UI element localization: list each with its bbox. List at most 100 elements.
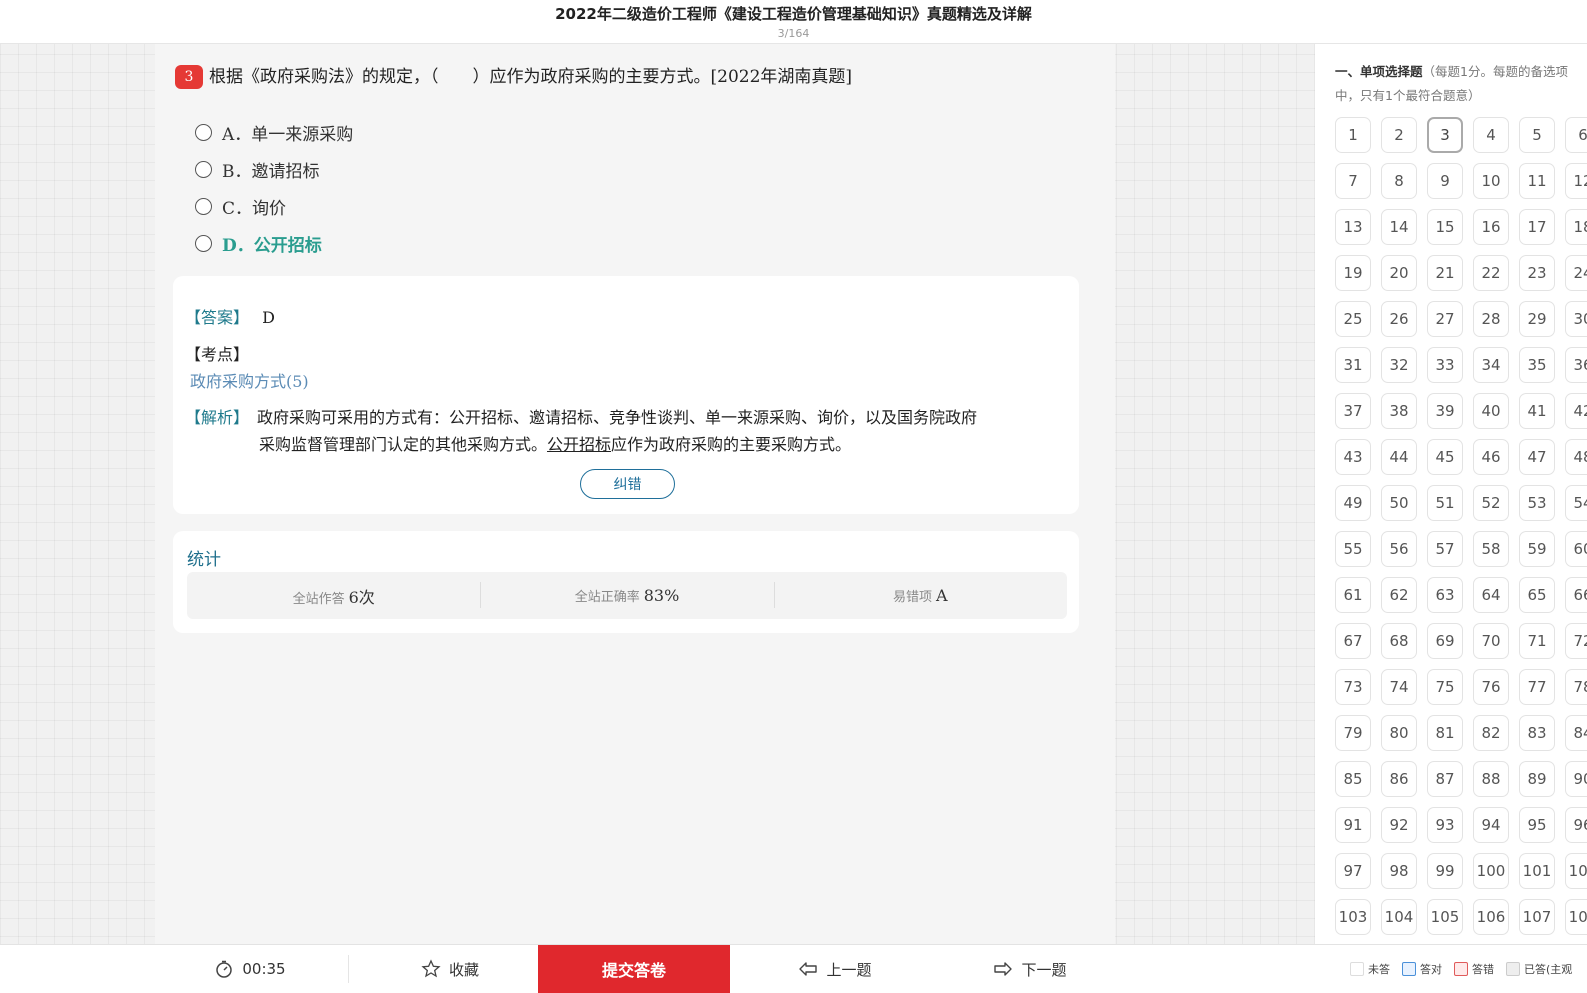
question-number-button[interactable]: 83 <box>1519 715 1555 751</box>
question-number-button[interactable]: 106 <box>1473 899 1509 935</box>
question-number-button[interactable]: 58 <box>1473 531 1509 567</box>
question-number-button[interactable]: 90 <box>1565 761 1587 797</box>
question-number-button[interactable]: 39 <box>1427 393 1463 429</box>
question-number-button[interactable]: 15 <box>1427 209 1463 245</box>
question-number-button[interactable]: 27 <box>1427 301 1463 337</box>
question-number-button[interactable]: 50 <box>1381 485 1417 521</box>
question-number-button[interactable]: 63 <box>1427 577 1463 613</box>
option-d-correct[interactable]: D．公开招标 <box>195 225 353 262</box>
question-number-button[interactable]: 61 <box>1335 577 1371 613</box>
question-number-button[interactable]: 55 <box>1335 531 1371 567</box>
question-number-button[interactable]: 64 <box>1473 577 1509 613</box>
question-number-button[interactable]: 30 <box>1565 301 1587 337</box>
question-number-button[interactable]: 49 <box>1335 485 1371 521</box>
question-number-button[interactable]: 67 <box>1335 623 1371 659</box>
question-number-button[interactable]: 53 <box>1519 485 1555 521</box>
question-number-button[interactable]: 98 <box>1381 853 1417 889</box>
question-number-button[interactable]: 66 <box>1565 577 1587 613</box>
question-number-button[interactable]: 96 <box>1565 807 1587 843</box>
keypoint-link[interactable]: 政府采购方式(5) <box>190 372 309 391</box>
question-number-button[interactable]: 19 <box>1335 255 1371 291</box>
question-number-button[interactable]: 56 <box>1381 531 1417 567</box>
question-number-button[interactable]: 71 <box>1519 623 1555 659</box>
question-number-button[interactable]: 72 <box>1565 623 1587 659</box>
question-number-button[interactable]: 45 <box>1427 439 1463 475</box>
question-number-button[interactable]: 77 <box>1519 669 1555 705</box>
question-number-button[interactable]: 86 <box>1381 761 1417 797</box>
question-number-button[interactable]: 8 <box>1381 163 1417 199</box>
question-number-button[interactable]: 48 <box>1565 439 1587 475</box>
question-number-button[interactable]: 22 <box>1473 255 1509 291</box>
question-number-button[interactable]: 97 <box>1335 853 1371 889</box>
radio-icon[interactable] <box>195 161 212 178</box>
question-number-button[interactable]: 12 <box>1565 163 1587 199</box>
question-number-button[interactable]: 73 <box>1335 669 1371 705</box>
question-number-button[interactable]: 59 <box>1519 531 1555 567</box>
question-number-button[interactable]: 47 <box>1519 439 1555 475</box>
question-number-button[interactable]: 102 <box>1565 853 1587 889</box>
question-number-button[interactable]: 57 <box>1427 531 1463 567</box>
question-number-button[interactable]: 16 <box>1473 209 1509 245</box>
question-number-button[interactable]: 99 <box>1427 853 1463 889</box>
question-number-button[interactable]: 81 <box>1427 715 1463 751</box>
question-number-button[interactable]: 46 <box>1473 439 1509 475</box>
question-number-button[interactable]: 93 <box>1427 807 1463 843</box>
question-number-button[interactable]: 105 <box>1427 899 1463 935</box>
question-number-button[interactable]: 89 <box>1519 761 1555 797</box>
favorite-button[interactable]: 收藏 <box>405 945 495 993</box>
question-number-button[interactable]: 101 <box>1519 853 1555 889</box>
question-number-button[interactable]: 51 <box>1427 485 1463 521</box>
question-number-button[interactable]: 18 <box>1565 209 1587 245</box>
question-number-button[interactable]: 104 <box>1381 899 1417 935</box>
question-number-button[interactable]: 84 <box>1565 715 1587 751</box>
question-number-button[interactable]: 74 <box>1381 669 1417 705</box>
question-number-button[interactable]: 44 <box>1381 439 1417 475</box>
submit-exam-button[interactable]: 提交答卷 <box>538 945 730 993</box>
question-number-button[interactable]: 40 <box>1473 393 1509 429</box>
question-number-button[interactable]: 41 <box>1519 393 1555 429</box>
question-number-button[interactable]: 7 <box>1335 163 1371 199</box>
question-number-button[interactable]: 29 <box>1519 301 1555 337</box>
question-number-button[interactable]: 28 <box>1473 301 1509 337</box>
question-number-button[interactable]: 94 <box>1473 807 1509 843</box>
radio-icon[interactable] <box>195 198 212 215</box>
question-number-button[interactable]: 87 <box>1427 761 1463 797</box>
question-number-button[interactable]: 17 <box>1519 209 1555 245</box>
question-number-button[interactable]: 4 <box>1473 117 1509 153</box>
question-number-button[interactable]: 33 <box>1427 347 1463 383</box>
question-number-button[interactable]: 69 <box>1427 623 1463 659</box>
question-number-button[interactable]: 70 <box>1473 623 1509 659</box>
question-number-button[interactable]: 91 <box>1335 807 1371 843</box>
question-number-button[interactable]: 11 <box>1519 163 1555 199</box>
radio-icon[interactable] <box>195 124 212 141</box>
report-error-button[interactable]: 纠错 <box>580 469 675 499</box>
question-number-button[interactable]: 80 <box>1381 715 1417 751</box>
option-c[interactable]: C．询价 <box>195 188 353 225</box>
question-number-button[interactable]: 1 <box>1335 117 1371 153</box>
question-number-button[interactable]: 65 <box>1519 577 1555 613</box>
question-number-button[interactable]: 36 <box>1565 347 1587 383</box>
question-number-button[interactable]: 100 <box>1473 853 1509 889</box>
option-a[interactable]: A．单一来源采购 <box>195 114 353 151</box>
question-number-button[interactable]: 35 <box>1519 347 1555 383</box>
question-number-button[interactable]: 21 <box>1427 255 1463 291</box>
question-number-button[interactable]: 26 <box>1381 301 1417 337</box>
question-number-button[interactable]: 88 <box>1473 761 1509 797</box>
question-number-button[interactable]: 34 <box>1473 347 1509 383</box>
question-number-button[interactable]: 43 <box>1335 439 1371 475</box>
question-number-button[interactable]: 62 <box>1381 577 1417 613</box>
question-number-button[interactable]: 82 <box>1473 715 1509 751</box>
radio-icon[interactable] <box>195 235 212 252</box>
question-number-button[interactable]: 25 <box>1335 301 1371 337</box>
question-number-button[interactable]: 6 <box>1565 117 1587 153</box>
question-number-button[interactable]: 5 <box>1519 117 1555 153</box>
question-number-button[interactable]: 42 <box>1565 393 1587 429</box>
question-number-button[interactable]: 60 <box>1565 531 1587 567</box>
question-number-button[interactable]: 20 <box>1381 255 1417 291</box>
question-number-button[interactable]: 38 <box>1381 393 1417 429</box>
question-number-button[interactable]: 10 <box>1473 163 1509 199</box>
question-number-button[interactable]: 54 <box>1565 485 1587 521</box>
question-number-button[interactable]: 85 <box>1335 761 1371 797</box>
next-question-button[interactable]: 下一题 <box>980 945 1080 993</box>
question-number-button[interactable]: 37 <box>1335 393 1371 429</box>
